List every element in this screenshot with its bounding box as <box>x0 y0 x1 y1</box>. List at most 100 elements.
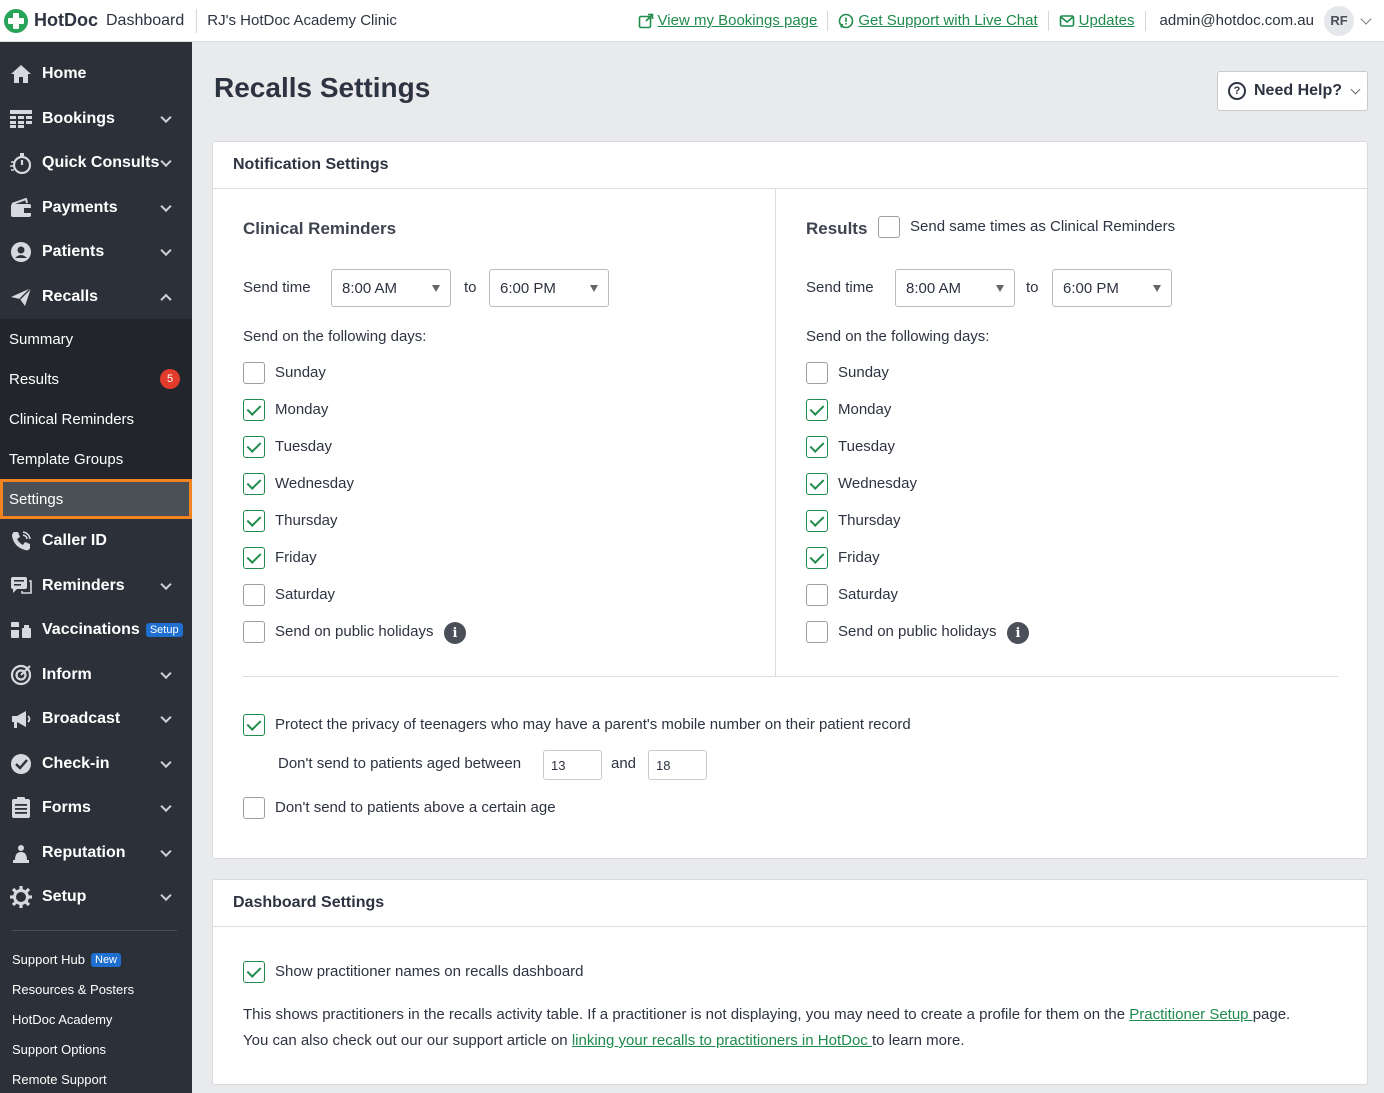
sidebar-item-label: Recalls <box>42 287 99 305</box>
results-sunday-checkbox[interactable] <box>806 362 828 384</box>
sidebar-item-caller-id[interactable]: Caller ID <box>0 519 192 564</box>
day-label: Friday <box>838 549 880 566</box>
chevron-down-icon <box>160 111 172 123</box>
clinical-tuesday-checkbox[interactable] <box>243 436 265 458</box>
sidebar-item-setup[interactable]: Setup <box>0 875 192 920</box>
send-time-label: Send time <box>243 279 311 296</box>
results-from-time-select[interactable]: 8:00 AM <box>895 269 1015 307</box>
sidebar-subitem-template-groups[interactable]: Template Groups <box>0 439 192 479</box>
support-options-link[interactable]: Support Options <box>0 1035 192 1065</box>
day-label: Monday <box>838 401 892 418</box>
sidebar-item-bookings[interactable]: Bookings <box>0 97 192 142</box>
footer-link-label: Remote Support <box>12 1072 107 1087</box>
sidebar-subitem-settings[interactable]: Settings <box>0 479 192 519</box>
day-label: Thursday <box>838 512 901 529</box>
results-saturday-checkbox[interactable] <box>806 584 828 606</box>
sidebar-subitem-results[interactable]: Results 5 <box>0 359 192 399</box>
chevron-down-icon[interactable] <box>1360 12 1372 25</box>
live-chat-link[interactable]: Get Support with Live Chat <box>828 10 1049 31</box>
and-label: and <box>611 755 637 772</box>
clinical-saturday-checkbox[interactable] <box>243 584 265 606</box>
dashboard-description-line1: This shows practitioners in the recalls … <box>243 1006 1353 1023</box>
results-monday-checkbox[interactable] <box>806 399 828 421</box>
section-divider <box>243 676 1338 677</box>
sidebar-item-label: Caller ID <box>42 532 107 550</box>
chevron-down-icon <box>160 889 172 902</box>
hotdoc-academy-link[interactable]: HotDoc Academy <box>0 1005 192 1035</box>
sidebar-item-vaccinations[interactable]: Vaccinations Setup <box>0 608 192 653</box>
sidebar-item-recalls[interactable]: Recalls <box>0 275 192 320</box>
results-to-time-select[interactable]: 6:00 PM <box>1052 269 1172 307</box>
sidebar-item-reputation[interactable]: Reputation <box>0 831 192 876</box>
clinical-friday-checkbox[interactable] <box>243 547 265 569</box>
practitioner-setup-link[interactable]: Practitioner Setup <box>1129 1006 1252 1023</box>
min-age-input[interactable]: 13 <box>543 750 602 780</box>
wallet-icon <box>10 197 32 219</box>
message-icon <box>10 575 32 597</box>
day-label: Monday <box>275 401 329 418</box>
days-label: Send on the following days: <box>243 328 427 345</box>
resources-posters-link[interactable]: Resources & Posters <box>0 975 192 1005</box>
info-icon[interactable]: i <box>444 622 466 644</box>
avatar[interactable]: RF <box>1324 5 1354 36</box>
hotdoc-logo[interactable]: HotDoc Dashboard <box>0 0 184 42</box>
results-thursday-checkbox[interactable] <box>806 510 828 532</box>
need-help-label: Need Help? <box>1254 82 1343 99</box>
setup-pill: Setup <box>145 623 183 638</box>
stopwatch-icon <box>10 152 32 175</box>
clinical-thursday-checkbox[interactable] <box>243 510 265 532</box>
public-holidays-label: Send on public holidays <box>275 623 434 640</box>
results-tuesday-checkbox[interactable] <box>806 436 828 458</box>
day-label: Sunday <box>838 364 889 381</box>
description-text: to learn more. <box>871 1032 965 1049</box>
sidebar-subitem-clinical-reminders[interactable]: Clinical Reminders <box>0 399 192 439</box>
day-label: Sunday <box>275 364 326 381</box>
sidebar-item-reminders[interactable]: Reminders <box>0 564 192 609</box>
chevron-down-icon <box>160 756 172 768</box>
need-help-button[interactable]: ? Need Help? <box>1217 71 1368 111</box>
bookings-icon <box>10 108 32 130</box>
clinical-monday-checkbox[interactable] <box>243 399 265 421</box>
view-bookings-link[interactable]: View my Bookings page <box>628 10 829 31</box>
show-practitioner-names-checkbox[interactable] <box>243 961 265 983</box>
sidebar-item-patients[interactable]: Patients <box>0 230 192 275</box>
question-icon: ? <box>1228 82 1246 100</box>
age-between-label: Don't send to patients aged between <box>278 755 522 772</box>
results-friday-checkbox[interactable] <box>806 547 828 569</box>
caret-down-icon <box>996 285 1004 292</box>
user-circle-icon <box>10 241 32 263</box>
results-public-holidays-checkbox[interactable] <box>806 621 828 643</box>
sidebar-item-inform[interactable]: Inform <box>0 653 192 698</box>
clinical-from-time-select[interactable]: 8:00 AM <box>331 269 451 307</box>
description-text: You can also check out our our support a… <box>243 1032 572 1049</box>
teen-privacy-checkbox[interactable] <box>243 714 265 736</box>
day-label: Wednesday <box>838 475 917 492</box>
sidebar-item-label: Broadcast <box>42 710 121 728</box>
info-icon[interactable]: i <box>1007 622 1029 644</box>
clinical-wednesday-checkbox[interactable] <box>243 473 265 495</box>
sidebar-item-forms[interactable]: Forms <box>0 786 192 831</box>
above-age-checkbox[interactable] <box>243 797 265 819</box>
sidebar-item-check-in[interactable]: Check-in <box>0 742 192 787</box>
updates-link[interactable]: Updates <box>1049 10 1146 31</box>
results-wednesday-checkbox[interactable] <box>806 473 828 495</box>
clinical-sunday-checkbox[interactable] <box>243 362 265 384</box>
sidebar-item-home[interactable]: Home <box>0 52 192 97</box>
updates-label: Updates <box>1078 12 1135 29</box>
sidebar-item-quick-consults[interactable]: Quick Consults <box>0 141 192 186</box>
support-hub-link[interactable]: Support Hub New <box>0 945 192 975</box>
select-value: 8:00 AM <box>342 279 398 297</box>
support-article-link[interactable]: linking your recalls to practitioners in… <box>572 1032 872 1049</box>
sidebar-item-broadcast[interactable]: Broadcast <box>0 697 192 742</box>
select-value: 6:00 PM <box>1063 279 1119 297</box>
sidebar-subitem-summary[interactable]: Summary <box>0 319 192 359</box>
same-times-checkbox[interactable] <box>878 216 900 238</box>
remote-support-link[interactable]: Remote Support <box>0 1065 192 1093</box>
phone-icon <box>10 530 32 552</box>
send-time-label: Send time <box>806 279 874 296</box>
max-age-input[interactable]: 18 <box>648 750 707 780</box>
clinical-to-time-select[interactable]: 6:00 PM <box>489 269 609 307</box>
clinical-public-holidays-checkbox[interactable] <box>243 621 265 643</box>
description-text: This shows practitioners in the recalls … <box>243 1006 1130 1023</box>
sidebar-item-payments[interactable]: Payments <box>0 186 192 231</box>
